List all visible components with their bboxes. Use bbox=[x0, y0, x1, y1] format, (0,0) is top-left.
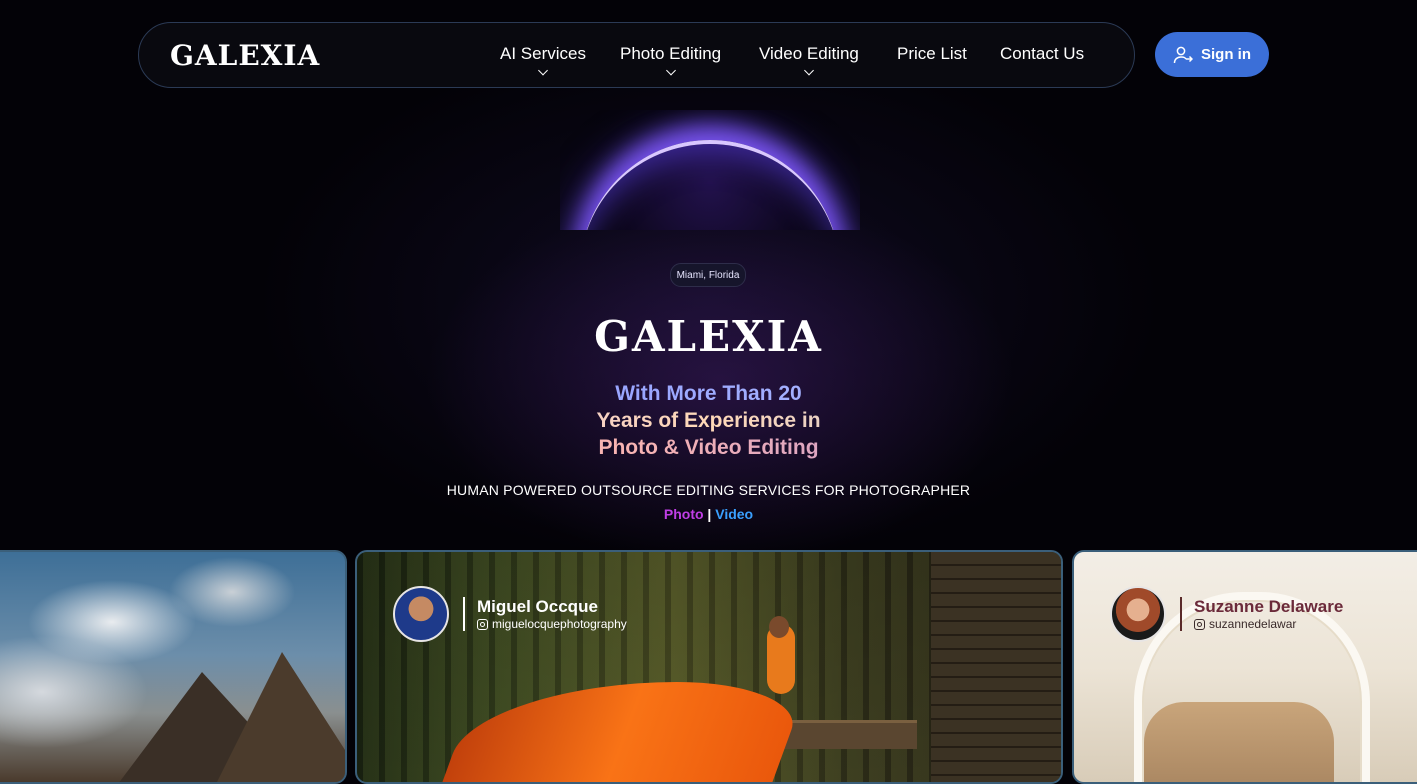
photographer-name: Miguel Occque bbox=[477, 597, 598, 616]
showcase-card-2[interactable]: Miguel Occque miguelocquephotography bbox=[355, 550, 1063, 784]
nav-video-editing-label: Video Editing bbox=[759, 44, 859, 63]
instagram-icon bbox=[1194, 618, 1205, 630]
video-link[interactable]: Video bbox=[715, 506, 753, 522]
user-add-icon bbox=[1173, 46, 1193, 63]
nav-video-editing[interactable]: Video Editing bbox=[759, 44, 859, 76]
avatar bbox=[393, 586, 449, 642]
wooden-shed bbox=[931, 552, 1061, 782]
chevron-down-icon bbox=[538, 65, 548, 76]
nav-ai-services-label: AI Services bbox=[500, 44, 586, 63]
link-separator: | bbox=[707, 506, 712, 522]
profile-divider bbox=[1180, 597, 1182, 631]
instagram-icon bbox=[477, 618, 488, 630]
nav-ai-services[interactable]: AI Services bbox=[500, 44, 586, 76]
headline-line-1: With More Than 20 bbox=[0, 382, 1417, 406]
chevron-down-icon bbox=[665, 65, 676, 76]
glow-arc bbox=[560, 110, 860, 230]
showcase-card-3[interactable]: Suzanne Delaware suzannedelawar bbox=[1072, 550, 1417, 784]
nav-photo-editing-label: Photo Editing bbox=[620, 44, 722, 63]
showcase-card-1[interactable] bbox=[0, 550, 347, 784]
photo-link[interactable]: Photo bbox=[664, 506, 704, 522]
model-head bbox=[769, 616, 789, 638]
main-navbar: GALEXIA AI Services Photo Editing Video … bbox=[138, 22, 1135, 88]
photographer-profile: Miguel Occque miguelocquephotography bbox=[393, 586, 627, 642]
location-badge: Miami, Florida bbox=[670, 263, 746, 287]
nav-contact-us[interactable]: Contact Us bbox=[1000, 44, 1084, 64]
profile-divider bbox=[463, 597, 465, 631]
sign-in-label: Sign in bbox=[1201, 46, 1251, 63]
nav-contact-us-label: Contact Us bbox=[1000, 44, 1085, 63]
chevron-down-icon bbox=[803, 65, 814, 76]
headline-line-3: Photo & Video Editing bbox=[0, 436, 1417, 460]
sign-in-button[interactable]: Sign in bbox=[1155, 32, 1269, 77]
nav-price-list-label: Price List bbox=[897, 44, 967, 63]
service-links: Photo | Video bbox=[0, 506, 1417, 522]
photographer-profile: Suzanne Delaware suzannedelawar bbox=[1110, 586, 1343, 642]
hero-subtitle: HUMAN POWERED OUTSOURCE EDITING SERVICES… bbox=[446, 482, 971, 498]
photographer-handle: miguelocquephotography bbox=[492, 617, 627, 631]
logo[interactable]: GALEXIA bbox=[170, 39, 320, 72]
avatar bbox=[1110, 586, 1166, 642]
nav-photo-editing[interactable]: Photo Editing bbox=[620, 44, 722, 76]
chair-decor bbox=[1144, 702, 1334, 782]
hero-brand: GALEXIA bbox=[594, 312, 823, 361]
mountain-shape bbox=[212, 652, 345, 782]
headline-line-2: Years of Experience in bbox=[0, 409, 1417, 433]
nav-price-list[interactable]: Price List bbox=[897, 44, 967, 64]
photographer-name: Suzanne Delaware bbox=[1194, 597, 1344, 616]
photographer-handle: suzannedelawar bbox=[1209, 617, 1297, 631]
